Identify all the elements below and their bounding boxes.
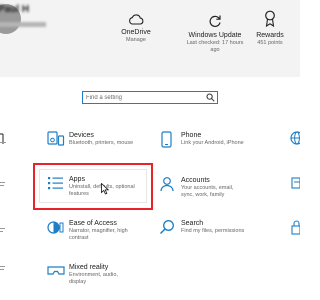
personalization-tile-edge[interactable] [0,179,6,189]
apps-tile[interactable]: Apps Uninstall, defaults, optional featu… [47,175,142,201]
windows-update-title: Windows Update [188,32,242,39]
person-icon [160,177,174,192]
mixed-reality-icon [47,266,65,275]
rewards-title: Rewards [256,32,284,39]
apps-list-icon [48,177,63,190]
mixed-reality-title: Mixed reality [69,264,109,271]
search-icon [206,93,215,102]
privacy-lock-icon[interactable] [289,219,300,235]
cloud-icon [129,14,144,25]
onedrive-subtitle: Manage [126,37,146,43]
trophy-icon [265,10,275,28]
phone-subtitle: Link your Android, iPhone [181,140,244,146]
mixed-reality-subtitle: Environment, audio, display [69,272,118,285]
user-name: Paul H [0,4,30,15]
rewards-link[interactable]: Rewards 451 points [252,10,288,47]
apps-title: Apps [69,176,85,183]
gaming-tile-edge[interactable] [0,226,6,234]
find-setting-searchbox[interactable] [82,91,218,104]
search-icon [159,220,174,235]
devices-subtitle: Bluetooth, printers, mouse [69,140,134,146]
devices-title: Devices [69,132,94,139]
user-email-blurred [0,22,46,27]
mouse-cursor-icon [101,183,109,195]
phone-tile[interactable]: Phone Link your Android, iPhone [159,131,254,157]
system-tile-edge[interactable] [0,140,8,146]
devices-tile[interactable]: Devices Bluetooth, printers, mouse [47,131,142,157]
globe-icon[interactable] [289,130,300,146]
mixed-reality-tile[interactable]: Mixed reality Environment, audio, displa… [47,263,142,289]
search-tile[interactable]: Search Find my files, permissions [159,219,254,245]
ease-of-access-tile[interactable]: Ease of Access Narrator, magnifier, high… [47,219,142,245]
accounts-tile[interactable]: Accounts Your accounts, email, sync, wor… [159,176,254,202]
refresh-icon [209,15,221,27]
accounts-subtitle: Your accounts, email, sync, work, family [181,185,234,198]
account-header: Paul H OneDrive Manage Windows Update La… [0,0,300,77]
rewards-subtitle: 451 points [257,40,283,46]
time-language-tile-edge[interactable] [0,264,6,274]
search-input[interactable] [86,92,206,103]
time-language-icon[interactable] [289,176,300,192]
windows-update-subtitle: Last checked: 17 hours ago [186,40,244,53]
onedrive-title: OneDrive [121,29,151,36]
ease-of-access-subtitle: Narrator, magnifier, high contrast [69,228,128,241]
ease-of-access-icon [47,221,64,234]
devices-icon [47,131,65,146]
phone-icon [161,131,172,148]
windows-update-link[interactable]: Windows Update Last checked: 17 hours ag… [186,14,244,54]
onedrive-link[interactable]: OneDrive Manage [112,14,160,44]
ease-of-access-title: Ease of Access [69,220,117,227]
phone-title: Phone [181,132,202,139]
search-subtitle: Find my files, permissions [181,228,245,234]
search-title: Search [181,220,204,227]
accounts-title: Accounts [181,177,210,184]
